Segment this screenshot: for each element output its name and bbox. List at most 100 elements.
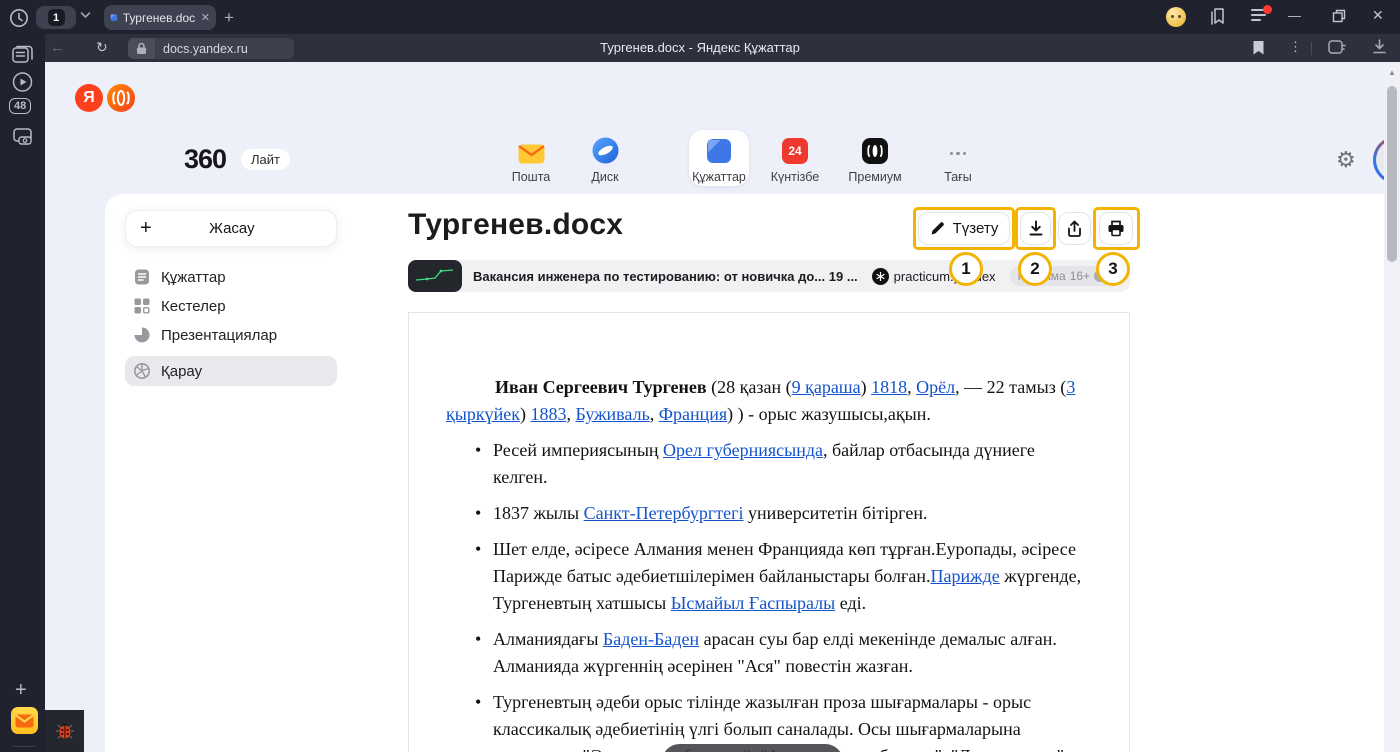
side-panel-icon[interactable] bbox=[1328, 40, 1346, 55]
document-link[interactable]: 1818 bbox=[871, 377, 907, 397]
plan-badge: Лайт bbox=[241, 149, 290, 170]
bookmark-star-icon[interactable] bbox=[1252, 40, 1265, 56]
share-button[interactable] bbox=[1058, 212, 1091, 245]
url-text: docs.yandex.ru bbox=[155, 38, 294, 59]
weather-48-badge[interactable]: 48 bbox=[9, 98, 31, 114]
bug-overlay bbox=[45, 710, 84, 752]
new-tab-button[interactable]: + bbox=[224, 8, 234, 28]
tab-group-chevron-down-icon[interactable] bbox=[80, 11, 91, 19]
annotation-circle-2: 2 bbox=[1018, 252, 1052, 286]
document-text: Алманиядағы bbox=[493, 629, 603, 649]
document-text: ) bbox=[861, 377, 872, 397]
app-mail[interactable]: Пошта bbox=[496, 134, 566, 184]
aperture-icon bbox=[133, 362, 151, 380]
table-icon bbox=[133, 297, 151, 315]
document-paragraph: Иван Сергеевич Тургенев (28 қазан (9 қар… bbox=[446, 374, 1084, 428]
scroll-up-arrow[interactable]: ▲ bbox=[1384, 68, 1400, 77]
document-page: Иван Сергеевич Тургенев (28 қазан (9 қар… bbox=[408, 312, 1130, 752]
docs-icon bbox=[684, 134, 754, 164]
divider bbox=[13, 746, 35, 747]
practicum-logo-icon bbox=[872, 268, 889, 285]
document-icon bbox=[133, 268, 151, 286]
ad-thumbnail bbox=[408, 260, 462, 292]
document-link[interactable]: Ысмайыл Ғаспыралы bbox=[671, 593, 836, 613]
sidebar-item-documents[interactable]: Құжаттар bbox=[125, 262, 337, 292]
document-bullet-item: •1837 жылы Санкт-Петербургтегі университ… bbox=[446, 500, 1084, 527]
feed-icon[interactable] bbox=[10, 42, 35, 66]
document-text: ) bbox=[520, 404, 531, 424]
disk-icon bbox=[570, 134, 640, 164]
docs-favicon bbox=[110, 11, 118, 24]
document-link[interactable]: 9 қараша bbox=[792, 377, 861, 397]
ladybug-icon bbox=[54, 720, 76, 742]
divider bbox=[1311, 42, 1312, 55]
address-kebab-menu-icon[interactable]: ⋮ bbox=[1289, 39, 1302, 55]
highlight-box-3 bbox=[1093, 207, 1140, 250]
video-play-icon[interactable] bbox=[10, 70, 35, 94]
more-icon bbox=[950, 152, 967, 165]
document-text: ) ) - орыс жазушысы,ақын. bbox=[727, 404, 931, 424]
bookmarks-panel-icon[interactable] bbox=[1208, 7, 1228, 26]
window-close-button[interactable]: ✕ bbox=[1372, 7, 1384, 24]
bullet-marker: • bbox=[475, 689, 481, 716]
sidebar-item-view[interactable]: Қарау bbox=[125, 356, 337, 386]
highlight-box-2 bbox=[1015, 207, 1056, 250]
document-text: , bbox=[650, 404, 659, 424]
settings-gear-icon[interactable]: ⚙ bbox=[1336, 147, 1356, 173]
document-text: университетін бітірген. bbox=[744, 503, 928, 523]
document-link[interactable]: Санкт-Петербургтегі bbox=[584, 503, 744, 523]
document-text: , bbox=[907, 377, 916, 397]
rail-add-icon[interactable]: + bbox=[15, 679, 27, 702]
browser-tab-bar: 1 Тургенев.docx - Яндек ✕ + — ✕ bbox=[0, 0, 1400, 34]
document-text: 1837 жылы bbox=[493, 503, 584, 523]
yandex-logo[interactable]: Я bbox=[75, 84, 103, 112]
window-restore-button[interactable] bbox=[1332, 9, 1346, 23]
window-minimize-button[interactable]: — bbox=[1288, 8, 1301, 23]
downloads-icon[interactable] bbox=[1372, 39, 1387, 55]
document-text: Иван Сергеевич Тургенев bbox=[495, 377, 707, 397]
yandex-mail-app-icon[interactable] bbox=[11, 707, 38, 734]
browser-tab-active[interactable]: Тургенев.docx - Яндек ✕ bbox=[104, 5, 216, 30]
app-more[interactable]: Тағы bbox=[923, 134, 993, 184]
tab-close-icon[interactable]: ✕ bbox=[201, 11, 210, 24]
url-field[interactable]: docs.yandex.ru bbox=[128, 38, 294, 59]
content-card: + Жасау Құжаттар Кестелер Презентациялар… bbox=[105, 194, 1400, 752]
document-link[interactable]: Буживаль bbox=[575, 404, 649, 424]
document-link[interactable]: Парижде bbox=[931, 566, 1000, 586]
app-premium[interactable]: Премиум bbox=[840, 134, 910, 184]
history-clock-icon[interactable] bbox=[8, 7, 30, 29]
plus-icon: + bbox=[140, 217, 152, 240]
document-link[interactable]: Орёл bbox=[916, 377, 955, 397]
app-calendar[interactable]: 24 Күнтізбе bbox=[760, 134, 830, 184]
browser-side-rail: 48 + bbox=[0, 34, 45, 752]
app-docs[interactable]: Құжаттар bbox=[684, 134, 754, 184]
document-link[interactable]: Орел губерниясында bbox=[663, 440, 823, 460]
scrollbar-thumb[interactable] bbox=[1387, 86, 1397, 262]
back-icon[interactable]: ← bbox=[50, 39, 65, 56]
tab-group-button[interactable]: 1 bbox=[36, 6, 76, 29]
browser-profile-avatar[interactable] bbox=[1166, 7, 1186, 27]
document-link[interactable]: Франция bbox=[659, 404, 727, 424]
document-link[interactable]: Баден-Баден bbox=[603, 629, 699, 649]
create-button[interactable]: + Жасау bbox=[125, 210, 337, 247]
pie-chart-icon bbox=[133, 326, 151, 344]
screenshot-icon[interactable] bbox=[10, 124, 35, 148]
reload-icon[interactable]: ↻ bbox=[96, 39, 108, 56]
document-link[interactable]: 1883 bbox=[530, 404, 566, 424]
highlight-box-1 bbox=[913, 207, 1015, 250]
document-text: Тургеневтың әдеби орыс тілінде жазылған … bbox=[493, 692, 1064, 752]
logo-360-text: 360 bbox=[184, 144, 226, 175]
yandex-docs-page: Я 360 Лайт Пошта Диск Құжаттар 24 bbox=[45, 62, 1384, 752]
mail-icon bbox=[496, 134, 566, 164]
tab-title: Тургенев.docx - Яндек bbox=[123, 11, 195, 25]
document-text: (28 қазан ( bbox=[707, 377, 792, 397]
annotation-circle-3: 3 bbox=[1096, 252, 1130, 286]
annotation-circle-1: 1 bbox=[949, 252, 983, 286]
browser-address-bar: ← ↻ docs.yandex.ru Тургенев.docx - Яндек… bbox=[45, 34, 1400, 62]
lock-icon[interactable] bbox=[128, 38, 155, 59]
sidebar-item-tables[interactable]: Кестелер bbox=[125, 291, 337, 321]
document-title: Тургенев.docx bbox=[408, 208, 623, 242]
app-disk[interactable]: Диск bbox=[570, 134, 640, 184]
page-scrollbar[interactable]: ▲ bbox=[1384, 62, 1400, 752]
sidebar-item-presentations[interactable]: Презентациялар bbox=[125, 320, 337, 350]
